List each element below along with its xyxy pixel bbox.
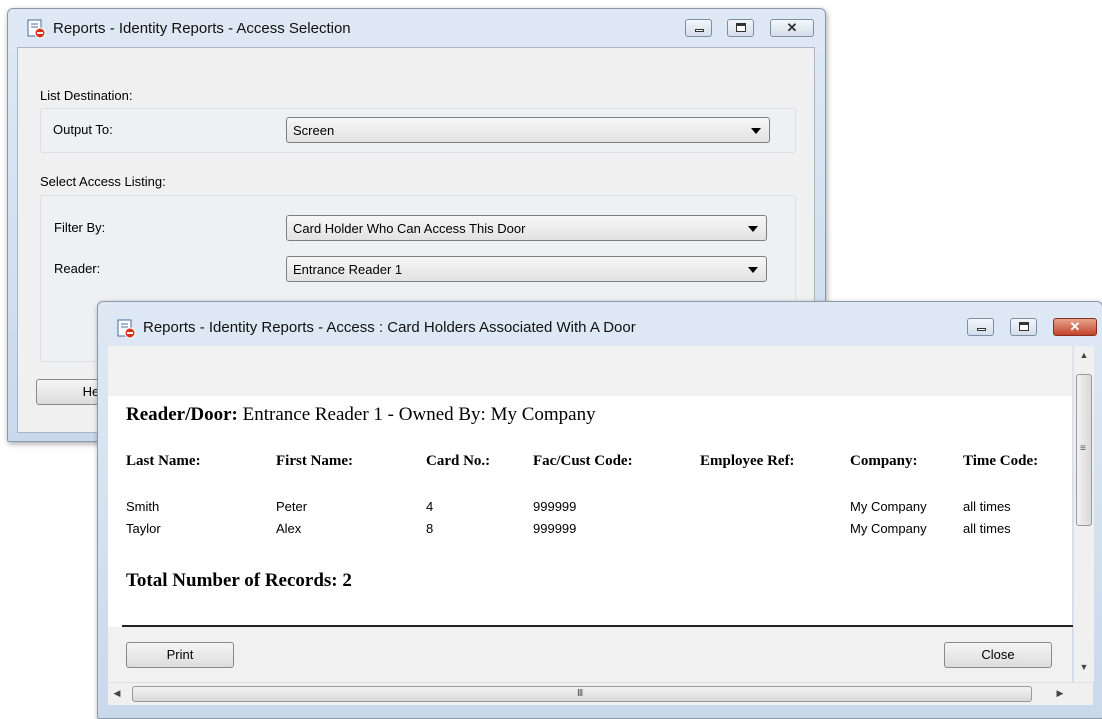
chevron-down-icon	[748, 267, 758, 273]
column-header-employee-ref: Employee Ref:	[700, 453, 795, 469]
cell-company: My Company	[850, 521, 927, 536]
reader-door-label: Reader/Door:	[126, 404, 238, 425]
column-header-last-name: Last Name:	[126, 453, 201, 469]
maximize-button[interactable]	[727, 19, 754, 37]
column-header-fac-cust-code: Fac/Cust Code:	[533, 453, 633, 469]
access-selection-titlebar[interactable]: Reports - Identity Reports - Access Sele…	[8, 9, 825, 47]
grip-icon: ≡	[1080, 443, 1086, 454]
select-access-listing-label: Select Access Listing:	[40, 174, 166, 189]
filter-by-select[interactable]: Card Holder Who Can Access This Door	[286, 215, 767, 241]
list-destination-group: Output To: Screen	[40, 108, 796, 153]
minimize-button[interactable]	[685, 19, 712, 37]
cell-time-code: all times	[963, 499, 1011, 514]
output-to-select[interactable]: Screen	[286, 117, 770, 143]
chevron-down-icon	[751, 128, 761, 134]
cell-last-name: Smith	[126, 499, 160, 514]
maximize-icon	[735, 23, 746, 32]
total-records: Total Number of Records: 2	[126, 570, 352, 591]
minimize-icon	[976, 328, 986, 331]
report-app-icon	[26, 19, 46, 39]
output-to-label: Output To:	[53, 122, 113, 137]
report-header-band	[108, 346, 1072, 396]
filter-by-label: Filter By:	[54, 220, 106, 235]
scroll-left-icon[interactable]: ◀	[110, 688, 124, 699]
output-to-value: Screen	[293, 123, 335, 138]
cell-card-no: 8	[426, 521, 434, 536]
cell-last-name: Taylor	[126, 521, 161, 536]
report-titlebar[interactable]: Reports - Identity Reports - Access : Ca…	[98, 302, 1102, 340]
reader-door-heading: Reader/Door: Entrance Reader 1 - Owned B…	[126, 404, 596, 426]
close-icon: ✕	[1069, 319, 1081, 334]
column-header-card-no: Card No.:	[426, 453, 491, 469]
minimize-icon	[694, 29, 704, 32]
column-header-first-name: First Name:	[276, 453, 354, 469]
horizontal-scroll-thumb[interactable]: III	[132, 686, 1032, 702]
cell-first-name: Peter	[276, 499, 308, 514]
cell-card-no: 4	[426, 499, 434, 514]
column-header-time-code: Time Code:	[963, 453, 1039, 469]
column-header-company: Company:	[850, 453, 918, 469]
cell-time-code: all times	[963, 521, 1011, 536]
close-button[interactable]: ✕	[1053, 318, 1097, 336]
scroll-down-icon[interactable]: ▼	[1077, 662, 1091, 672]
cell-fac-cust-code: 999999	[533, 499, 577, 514]
horizontal-scrollbar[interactable]: ◀ III ▶	[108, 682, 1093, 705]
reader-value: Entrance Reader 1	[293, 262, 403, 277]
close-report-button-label: Close	[981, 647, 1015, 662]
reader-door-value: Entrance Reader 1 - Owned By: My Company	[242, 404, 596, 425]
report-title: Reports - Identity Reports - Access : Ca…	[143, 319, 636, 336]
cell-fac-cust-code: 999999	[533, 521, 577, 536]
vertical-scroll-thumb[interactable]: ≡	[1076, 374, 1092, 526]
scroll-up-icon[interactable]: ▲	[1077, 350, 1091, 360]
report-app-icon	[116, 319, 136, 339]
report-content: Reader/Door: Entrance Reader 1 - Owned B…	[108, 346, 1074, 682]
close-button[interactable]: ✕	[770, 19, 814, 37]
report-footer-band	[108, 627, 1072, 682]
list-destination-label: List Destination:	[40, 88, 133, 103]
vertical-scrollbar[interactable]: ▲ ≡ ▼	[1073, 346, 1094, 682]
report-window: Reports - Identity Reports - Access : Ca…	[97, 301, 1102, 719]
reader-select[interactable]: Entrance Reader 1	[286, 256, 767, 282]
scroll-right-icon[interactable]: ▶	[1053, 688, 1067, 699]
minimize-button[interactable]	[967, 318, 994, 336]
print-button[interactable]: Print	[126, 642, 234, 668]
cell-company: My Company	[850, 499, 927, 514]
chevron-down-icon	[748, 226, 758, 232]
maximize-button[interactable]	[1010, 318, 1037, 336]
maximize-icon	[1018, 322, 1029, 331]
filter-by-value: Card Holder Who Can Access This Door	[293, 221, 526, 236]
reader-label: Reader:	[54, 261, 101, 276]
close-report-button[interactable]: Close	[944, 642, 1052, 668]
horizontal-grip: III	[577, 688, 583, 699]
close-icon: ✕	[786, 20, 798, 35]
print-button-label: Print	[166, 647, 194, 662]
cell-first-name: Alex	[276, 521, 302, 536]
access-selection-title: Reports - Identity Reports - Access Sele…	[53, 20, 351, 37]
